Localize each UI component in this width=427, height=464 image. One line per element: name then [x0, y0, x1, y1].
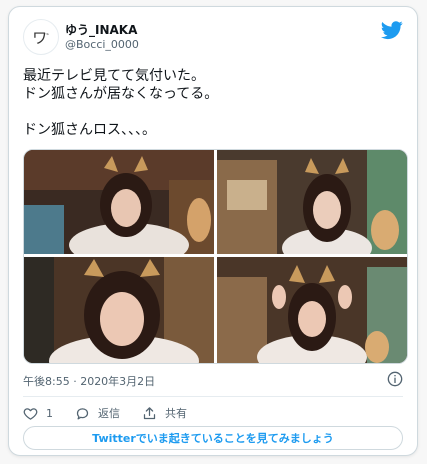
- info-icon[interactable]: [387, 371, 403, 387]
- like-count: 1: [46, 406, 53, 420]
- tweet-photo-1[interactable]: [24, 150, 214, 254]
- tweet-photo-3[interactable]: [24, 257, 214, 363]
- like-button[interactable]: 1: [23, 406, 53, 421]
- reply-button[interactable]: 返信: [75, 405, 120, 421]
- tweet-card: ワﾞ ゆう_INAKA @Bocci_0000 最近テレビ見てて気付いた。 ドン…: [8, 6, 418, 456]
- tweet-text: 最近テレビ見てて気付いた。 ドン狐さんが居なくなってる。 ドン狐さんロス、、、。: [23, 68, 219, 138]
- divider: [23, 396, 403, 397]
- reply-icon: [76, 407, 89, 419]
- media-grid: [23, 149, 408, 364]
- display-name[interactable]: ゆう_INAKA: [65, 21, 137, 38]
- share-icon: [143, 406, 156, 419]
- avatar-icon: ワﾞ: [32, 28, 50, 47]
- user-handle[interactable]: @Bocci_0000: [65, 38, 139, 51]
- share-label: 共有: [165, 407, 187, 420]
- tweet-timestamp[interactable]: 午後8:55 · 2020年3月2日: [23, 373, 155, 389]
- reply-label: 返信: [98, 407, 120, 420]
- see-whats-happening-button[interactable]: Twitterでいま起きていることを見てみましょう: [23, 426, 403, 450]
- twitter-bird-icon[interactable]: [381, 19, 403, 41]
- avatar[interactable]: ワﾞ: [23, 19, 59, 55]
- share-button[interactable]: 共有: [142, 405, 187, 421]
- heart-icon: [23, 407, 38, 420]
- tweet-photo-4[interactable]: [217, 257, 407, 363]
- tweet-photo-2[interactable]: [217, 150, 407, 254]
- action-bar: 1 返信 共有: [23, 404, 209, 422]
